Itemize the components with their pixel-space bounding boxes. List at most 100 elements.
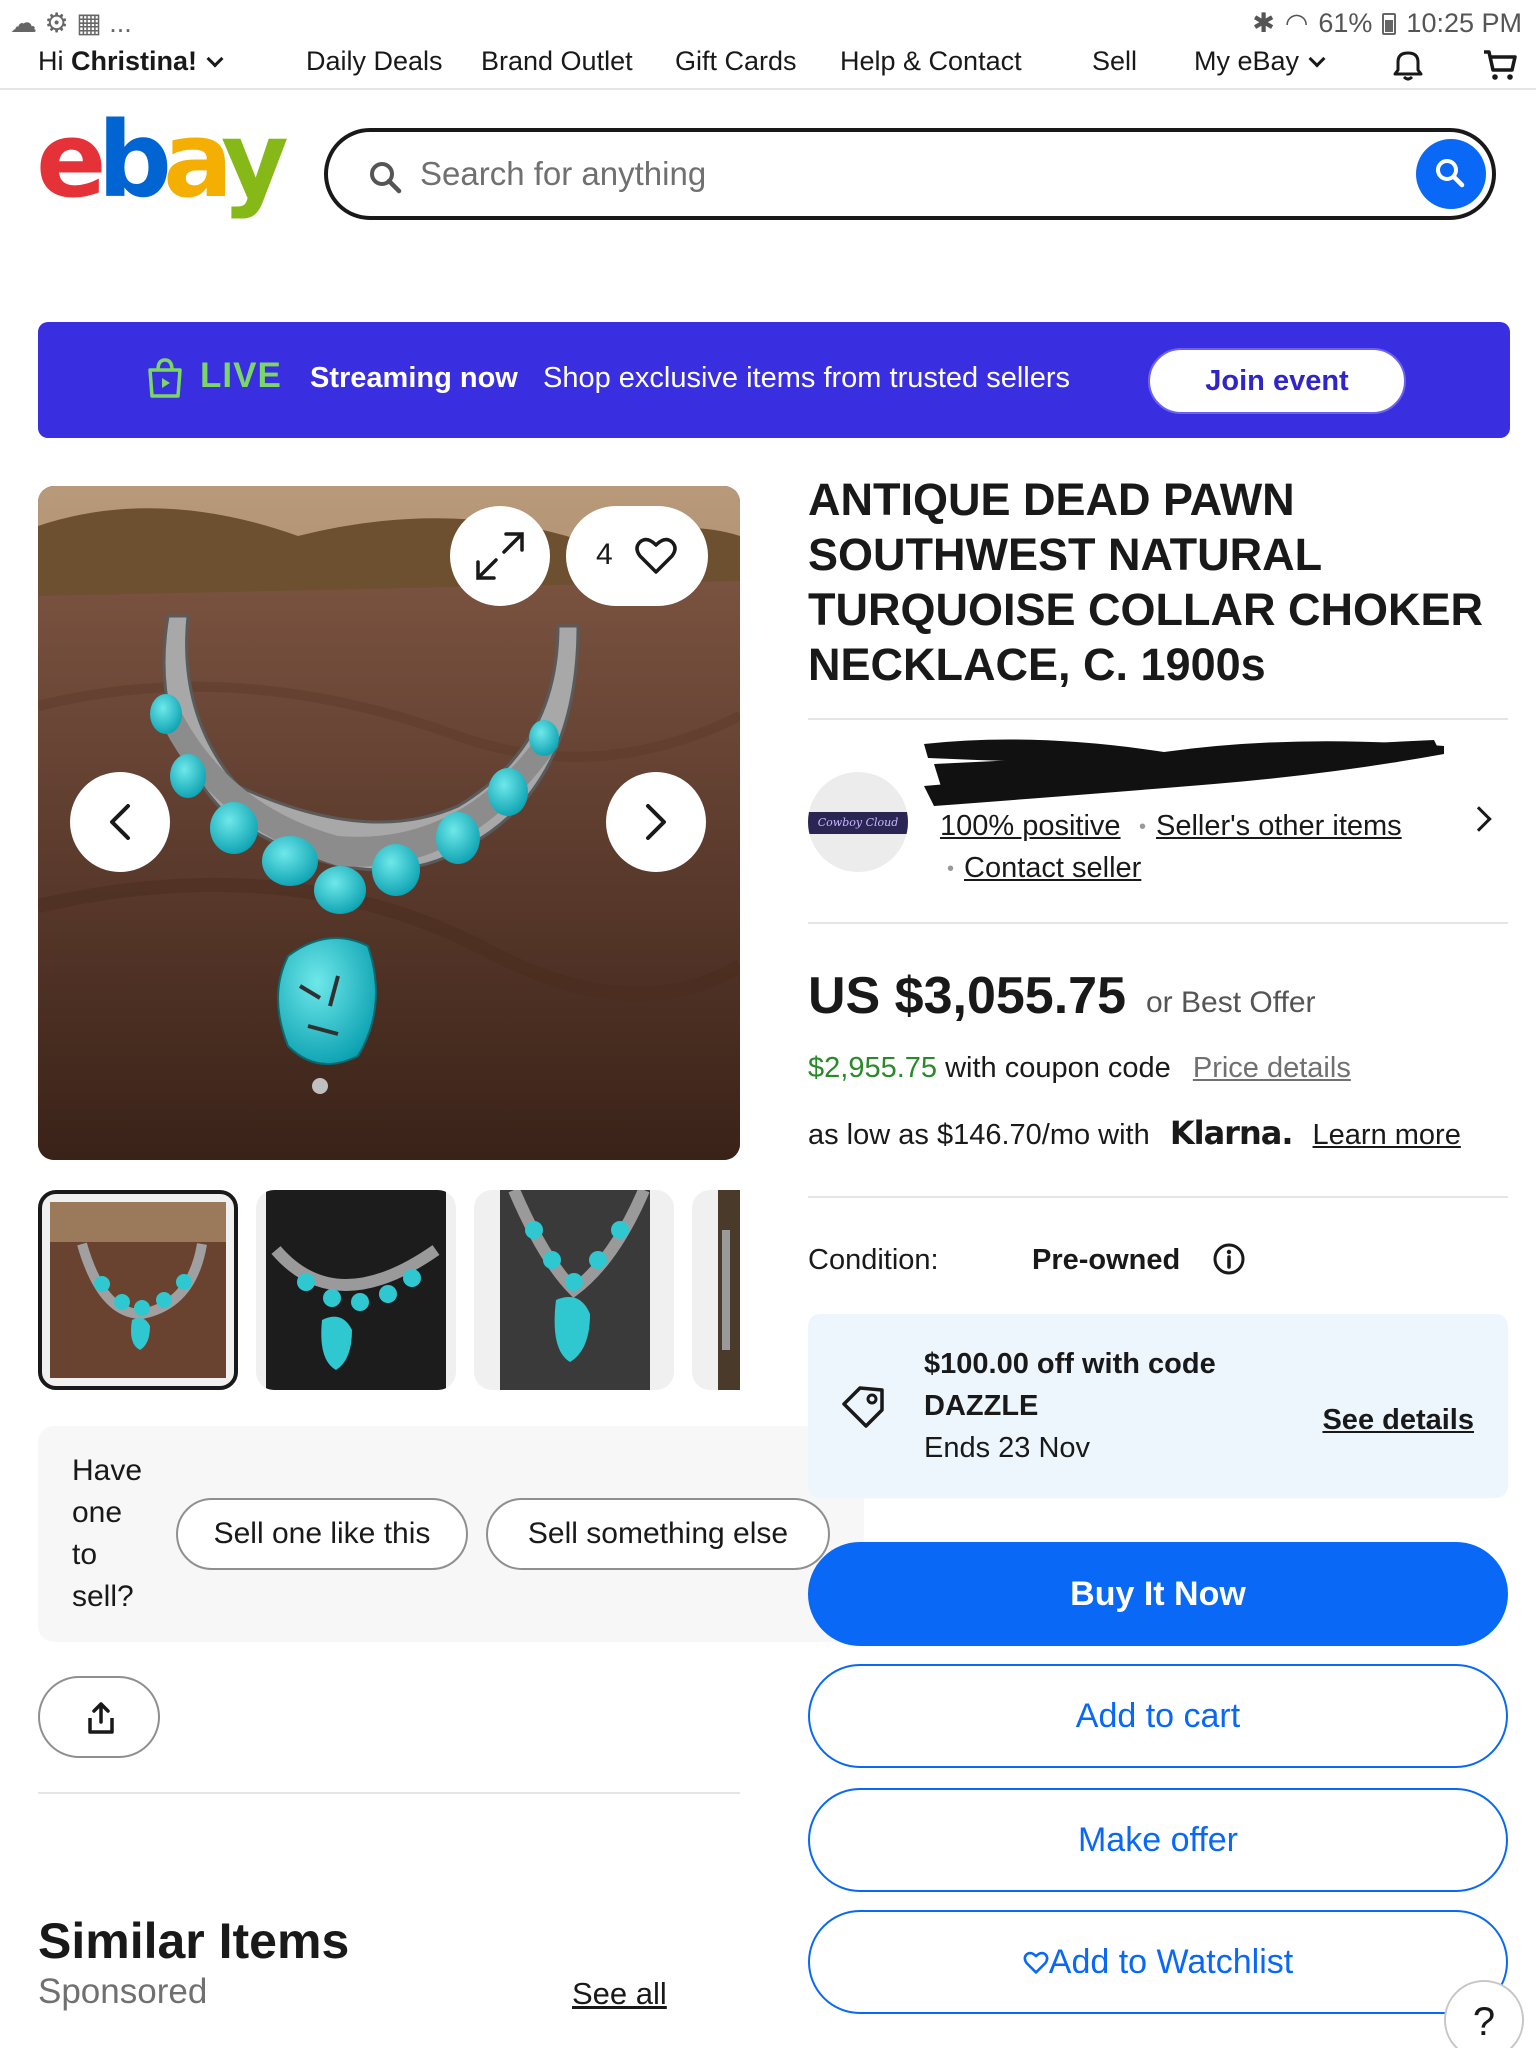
nav-help-contact[interactable]: Help & Contact xyxy=(840,46,1022,77)
chevron-down-icon xyxy=(206,50,224,68)
chevron-right-icon xyxy=(646,804,666,840)
add-to-cart-button[interactable]: Add to cart xyxy=(808,1664,1508,1768)
info-icon[interactable] xyxy=(1212,1242,1246,1276)
divider xyxy=(38,1792,740,1794)
battery-icon xyxy=(1382,12,1397,35)
previous-image-button[interactable] xyxy=(70,772,170,872)
chevron-right-icon[interactable] xyxy=(1466,806,1492,832)
greeting-name: Christina! xyxy=(71,46,198,76)
nav-sell[interactable]: Sell xyxy=(1092,46,1137,77)
battery-percent: 61% xyxy=(1318,8,1373,38)
streaming-now: Streaming now xyxy=(310,362,518,394)
divider xyxy=(808,922,1508,924)
greeting[interactable]: Hi Christina! xyxy=(38,46,224,77)
shopping-bag-icon xyxy=(148,358,182,398)
sell-one-panel: Have one to sell? Sell one like this Sel… xyxy=(38,1426,864,1642)
sellers-other-items-link[interactable]: Seller's other items xyxy=(1156,810,1402,843)
thumbnail-4[interactable] xyxy=(692,1190,740,1390)
live-badge: LIVE xyxy=(200,356,282,395)
klarna-prefix: as low as $146.70/mo with xyxy=(808,1119,1150,1151)
clock: 10:25 PM xyxy=(1406,8,1522,38)
expand-image-button[interactable] xyxy=(450,506,550,606)
condition-value: Pre-owned xyxy=(1032,1244,1181,1276)
coupon-price-line: $2,955.75 with coupon code Price details xyxy=(808,1052,1351,1085)
learn-more-link[interactable]: Learn more xyxy=(1313,1119,1461,1151)
coupon-ends: Ends 23 Nov xyxy=(924,1432,1091,1464)
watch-count-button[interactable]: 4 xyxy=(566,506,708,606)
thumbnail-2[interactable] xyxy=(256,1190,456,1390)
sell-question: Have one to sell? xyxy=(72,1454,143,1613)
nav-my-ebay[interactable]: My eBay xyxy=(1194,46,1326,77)
status-right: ✱ ◠ 61% 10:25 PM xyxy=(1252,8,1522,39)
seller-avatar[interactable]: Cowboy Cloud xyxy=(808,772,908,872)
divider xyxy=(808,718,1508,720)
thumbnail-3[interactable] xyxy=(474,1190,674,1390)
thumbnail-image xyxy=(266,1190,446,1390)
best-offer-label: or Best Offer xyxy=(1146,986,1316,1019)
nav-gift-cards[interactable]: Gift Cards xyxy=(675,46,797,77)
join-event-button[interactable]: Join event xyxy=(1148,348,1406,414)
thumbnail-image xyxy=(718,1190,740,1390)
klarna-line: as low as $146.70/mo with Klarna. Learn … xyxy=(808,1114,1461,1152)
heart-icon xyxy=(635,537,677,574)
sponsored-label: Sponsored xyxy=(38,1972,208,2011)
add-to-watchlist-button[interactable]: Add to Watchlist xyxy=(808,1910,1508,2014)
price-details-link[interactable]: Price details xyxy=(1193,1052,1351,1084)
redaction-mark xyxy=(924,739,1444,806)
seller-logo: Cowboy Cloud xyxy=(808,812,908,834)
buy-it-now-button[interactable]: Buy It Now xyxy=(808,1542,1508,1646)
contact-seller-link[interactable]: Contact seller xyxy=(964,852,1141,885)
thumbnail-strip xyxy=(38,1190,740,1390)
wifi-icon: ◠ xyxy=(1284,8,1309,38)
my-ebay-label: My eBay xyxy=(1194,46,1300,76)
nav-brand-outlet[interactable]: Brand Outlet xyxy=(481,46,633,77)
search-input[interactable] xyxy=(420,146,1320,202)
chevron-left-icon xyxy=(110,804,130,840)
heart-icon xyxy=(1023,1951,1049,1974)
expand-icon xyxy=(476,532,524,580)
sell-one-like-this-button[interactable]: Sell one like this xyxy=(176,1498,468,1570)
notification-icons: ☁ ⚙ ▦ ... xyxy=(10,8,132,39)
seller-feedback-link[interactable]: 100% positive xyxy=(940,810,1121,843)
see-all-link[interactable]: See all xyxy=(572,1976,667,2012)
coupon-offer: $100.00 off with code xyxy=(924,1348,1216,1380)
greeting-prefix: Hi xyxy=(38,46,71,76)
see-details-link[interactable]: See details xyxy=(1322,1404,1474,1437)
search-icon xyxy=(370,162,402,194)
live-banner[interactable]: LIVE Streaming now Shop exclusive items … xyxy=(38,322,1510,438)
watchlist-label: Add to Watchlist xyxy=(1048,1943,1294,1981)
thumbnail-1[interactable] xyxy=(38,1190,238,1390)
thumbnail-image xyxy=(50,1202,226,1378)
notification-glyphs: ☁ ⚙ ▦ ... xyxy=(10,8,132,38)
share-button[interactable] xyxy=(38,1676,160,1758)
cart-icon[interactable] xyxy=(1482,48,1518,82)
make-offer-button[interactable]: Make offer xyxy=(808,1788,1508,1892)
live-message: Shop exclusive items from trusted seller… xyxy=(543,362,1071,394)
help-button[interactable]: ? xyxy=(1444,1980,1524,2048)
nav-daily-deals[interactable]: Daily Deals xyxy=(306,46,443,77)
search-bar xyxy=(324,128,1496,220)
share-icon xyxy=(88,1702,114,1734)
thumbnail-image xyxy=(500,1190,650,1390)
similar-items-heading: Similar Items xyxy=(38,1913,350,1969)
separator-dot: • xyxy=(947,858,955,880)
coupon-tag-icon xyxy=(842,1386,884,1428)
condition-label: Condition: xyxy=(808,1244,939,1276)
divider xyxy=(808,1196,1508,1198)
coupon-promo-box: $100.00 off with code DAZZLE Ends 23 Nov… xyxy=(808,1314,1508,1498)
chevron-down-icon xyxy=(1308,50,1326,68)
notification-bell-icon[interactable] xyxy=(1391,48,1425,82)
listing-title: ANTIQUE DEAD PAWN SOUTHWEST NATURAL TURQ… xyxy=(808,474,1483,690)
sell-something-else-button[interactable]: Sell something else xyxy=(486,1498,830,1570)
item-price: US $3,055.75 xyxy=(808,967,1127,1025)
search-button[interactable] xyxy=(1416,139,1486,209)
search-icon xyxy=(1436,159,1465,188)
coupon-text: with coupon code xyxy=(945,1052,1171,1084)
top-nav: Hi Christina! Daily Deals Brand Outlet G… xyxy=(0,42,1536,90)
next-image-button[interactable] xyxy=(606,772,706,872)
coupon-code: DAZZLE xyxy=(924,1390,1039,1422)
ebay-logo[interactable]: ebay xyxy=(36,108,289,212)
separator-dot: • xyxy=(1139,816,1147,838)
watch-count: 4 xyxy=(596,538,613,571)
bluetooth-icon: ✱ xyxy=(1252,8,1275,38)
